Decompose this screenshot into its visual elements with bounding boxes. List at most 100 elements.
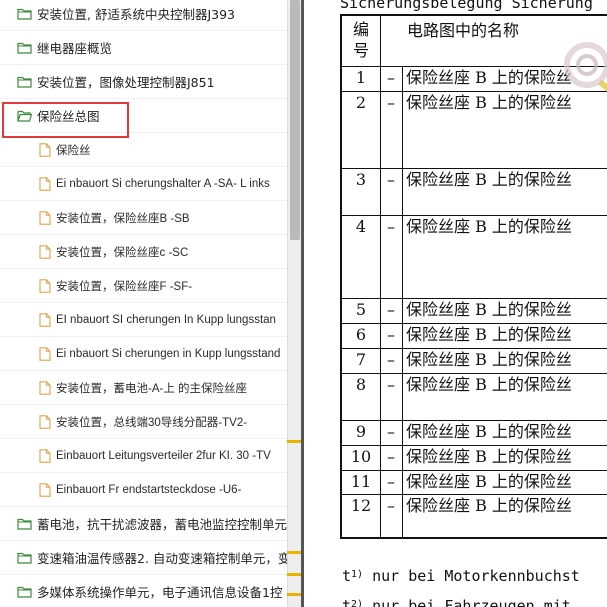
footnote-text: nur bei Motorkennbuchst xyxy=(372,567,580,585)
tree-file-item[interactable]: 安装位置，总线端30导线分配器-TV2- xyxy=(0,405,287,439)
tree-file-item[interactable]: 安装位置，保险丝座F -SF- xyxy=(0,269,287,303)
tree-item-label: 安装位置，保险丝座F -SF- xyxy=(56,280,193,293)
tree-item-label: EI nbauort SI cherungen In Kupp lungssta… xyxy=(56,313,276,326)
footnote-marker: t xyxy=(342,597,352,607)
fuse-dash: – xyxy=(387,217,395,236)
fuse-number: 6 xyxy=(355,325,367,344)
document-icon xyxy=(39,210,51,225)
footnote-sup: 1) xyxy=(351,569,364,580)
fuse-dash: – xyxy=(387,68,395,87)
scrollbar-thumb[interactable] xyxy=(290,0,300,240)
tree-item-label: 多媒体系统操作单元，电子通讯信息设备1控 xyxy=(37,585,283,600)
tree-item-label: 保险丝 xyxy=(56,144,91,157)
table-grid-line xyxy=(342,470,607,471)
tree-folder-item[interactable]: 蓄电池，抗干扰滤波器，蓄电池监控控制单元 xyxy=(0,507,287,541)
tree-file-item[interactable]: EI nbauort SI cherungen In Kupp lungssta… xyxy=(0,303,287,337)
scroll-marker xyxy=(287,593,301,596)
document-icon xyxy=(39,380,51,395)
fuse-dash: – xyxy=(387,422,395,441)
fuse-name: 保险丝座 B 上的保险丝 xyxy=(406,472,572,491)
fuse-number: 9 xyxy=(355,422,367,441)
tree-item-label: Ei nbauort Si cherungen in Kupp lungssta… xyxy=(56,347,281,360)
table-grid-line xyxy=(342,168,607,169)
tree-item-label: 安装位置，保险丝座c -SC xyxy=(56,246,189,259)
tree-file-item[interactable]: 安装位置，保险丝座c -SC xyxy=(0,235,287,269)
document-icon xyxy=(39,244,51,259)
table-header-number: 编号 xyxy=(352,20,369,60)
fuse-name: 保险丝座 B 上的保险丝 xyxy=(406,375,572,394)
document-icon xyxy=(39,346,51,361)
fuse-number: 2 xyxy=(355,93,367,112)
table-grid-line xyxy=(342,373,607,374)
tree-item-label: 安装位置，图像处理控制器J851 xyxy=(37,75,215,90)
folder-icon xyxy=(17,41,32,54)
tree-folder-item[interactable]: 多媒体系统操作单元，电子通讯信息设备1控 xyxy=(0,575,287,607)
document-tree[interactable]: 安装位置, 舒适系统中央控制器J393 继电器座概览安装位置，图像处理控制器J85… xyxy=(0,0,287,607)
fuse-dash: – xyxy=(387,325,395,344)
folder-open-icon xyxy=(17,109,32,122)
footnote-1: t1) nur bei Motorkennbuchst xyxy=(342,567,580,585)
scroll-marker xyxy=(287,440,301,443)
tree-file-item[interactable]: 保险丝 xyxy=(0,133,287,167)
tree-file-item[interactable]: 安装位置，蓄电池-A-上 的主保险丝座 xyxy=(0,371,287,405)
tree-item-label: 安装位置，蓄电池-A-上 的主保险丝座 xyxy=(56,382,248,395)
tree-scrollbar[interactable] xyxy=(287,0,301,607)
fuse-dash: – xyxy=(387,447,395,466)
document-icon xyxy=(39,482,51,497)
fuse-table: 编号 电路图中的名称 1– 保险丝座 B 上的保险丝 2– 保险丝座 B 上的保险丝 3– 保… xyxy=(340,14,607,539)
table-grid-line xyxy=(402,66,403,537)
fuse-name: 保险丝座 B 上的保险丝 xyxy=(406,325,572,344)
scroll-marker xyxy=(287,551,301,554)
fuse-number: 8 xyxy=(355,375,367,394)
fuse-dash: – xyxy=(387,472,395,491)
document-icon xyxy=(39,142,51,157)
fuse-dash: – xyxy=(387,496,395,515)
tree-file-item[interactable]: Ei nbauort Si cherungen in Kupp lungssta… xyxy=(0,337,287,371)
tree-file-item[interactable]: Einbauort Leitungsverteiler 2fur KI. 30 … xyxy=(0,439,287,473)
fuse-number: 5 xyxy=(355,300,367,319)
fuse-dash: – xyxy=(387,350,395,369)
fuse-dash: – xyxy=(387,170,395,189)
table-grid-line xyxy=(342,298,607,299)
document-page: Sicherungsbelegung Sicherung 编号 电路图中的名称 1 –… xyxy=(304,0,607,607)
folder-icon xyxy=(17,7,32,20)
tree-item-label: 安装位置，保险丝座B -SB xyxy=(56,212,190,225)
fuse-number: 4 xyxy=(355,217,367,236)
folder-icon xyxy=(17,551,32,564)
fuse-name: 保险丝座 B 上的保险丝 xyxy=(406,93,572,112)
document-icon xyxy=(39,176,51,191)
tree-folder-item[interactable]: 安装位置，图像处理控制器J851 xyxy=(0,65,287,99)
tree-item-label: 变速箱油温传感器2. 自动变速箱控制单元，变 xyxy=(37,551,287,566)
tree-folder-item[interactable]: 保险丝总图 xyxy=(0,99,287,133)
footnote-text: nur bei Fahrzeugen mit xyxy=(372,597,571,607)
fuse-name: 保险丝座 B 上的保险丝 xyxy=(406,350,572,369)
fuse-number: 10 xyxy=(350,447,372,466)
tree-item-label: 安装位置, 舒适系统中央控制器J393 xyxy=(37,7,235,22)
table-grid-line xyxy=(342,323,607,324)
tree-folder-item[interactable]: 安装位置, 舒适系统中央控制器J393 xyxy=(0,0,287,31)
fuse-number: 11 xyxy=(350,472,372,491)
document-icon xyxy=(39,448,51,463)
document-icon xyxy=(39,312,51,327)
tree-file-item[interactable]: 安装位置，保险丝座B -SB xyxy=(0,201,287,235)
tree-file-item[interactable]: Ei nbauort Si cherungshalter A -SA- L in… xyxy=(0,167,287,201)
fuse-name: 保险丝座 B 上的保险丝 xyxy=(406,496,572,515)
tree-item-label: 继电器座概览 xyxy=(37,41,113,56)
tree-file-item[interactable]: Einbauort Fr endstartsteckdose -U6- xyxy=(0,473,287,507)
tree-folder-item[interactable]: 继电器座概览 xyxy=(0,31,287,65)
fuse-number: 1 xyxy=(355,68,367,87)
fuse-dash: – xyxy=(387,300,395,319)
fuse-name: 保险丝座 B 上的保险丝 xyxy=(406,300,572,319)
document-icon xyxy=(39,278,51,293)
fuse-name: 保险丝座 B 上的保险丝 xyxy=(406,68,572,87)
scroll-marker xyxy=(287,573,301,576)
table-grid-line xyxy=(342,494,607,495)
folder-icon xyxy=(17,585,32,598)
fuse-name: 保险丝座 B 上的保险丝 xyxy=(406,217,572,236)
document-title: Sicherungsbelegung Sicherung xyxy=(340,0,593,12)
table-grid-line xyxy=(342,348,607,349)
fuse-name: 保险丝座 B 上的保险丝 xyxy=(406,170,572,189)
tree-folder-item[interactable]: 变速箱油温传感器2. 自动变速箱控制单元，变 xyxy=(0,541,287,575)
table-grid-line xyxy=(342,420,607,421)
fuse-number: 12 xyxy=(350,496,372,515)
